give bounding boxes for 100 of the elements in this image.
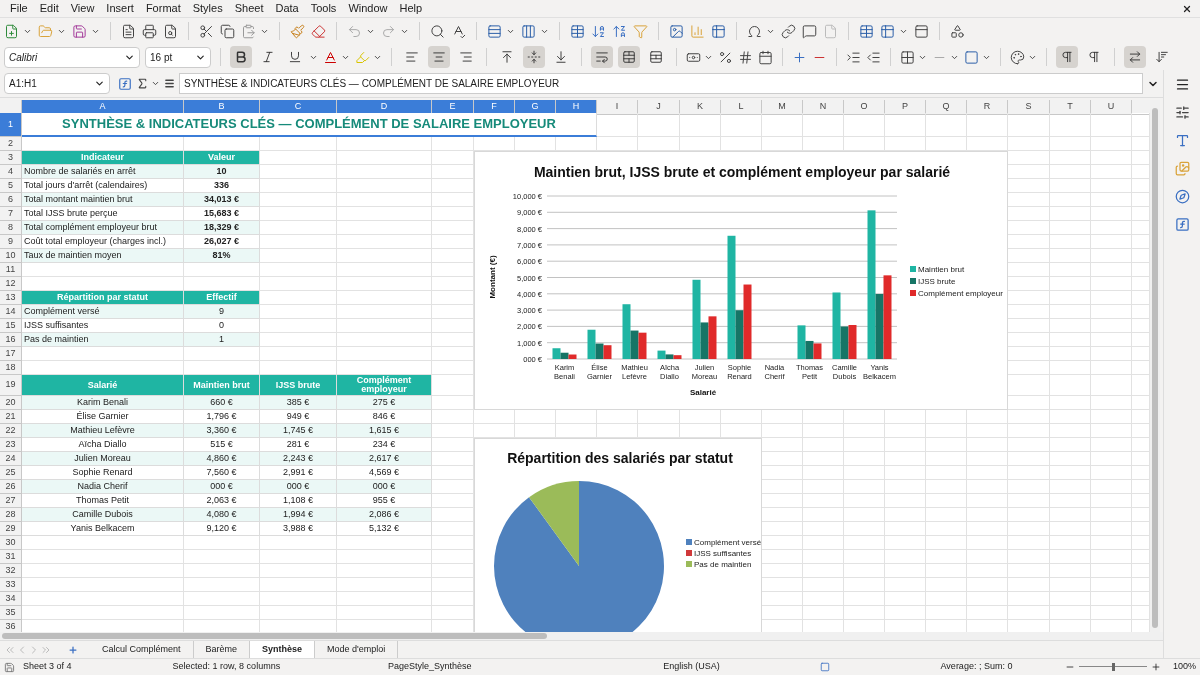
row-header[interactable]: 34 <box>0 592 22 606</box>
table-cell: 9,120 € <box>184 522 260 536</box>
row-header[interactable]: 6 <box>0 193 22 207</box>
table-header-cell: Valeur <box>184 151 260 165</box>
sheet-tab[interactable]: Calcul Complément <box>90 640 194 659</box>
menu-item[interactable]: View <box>64 0 101 17</box>
row-header[interactable]: 27 <box>0 494 22 508</box>
font-name-field[interactable]: Calibri <box>4 46 140 68</box>
row-header[interactable]: 29 <box>0 522 22 536</box>
row-header[interactable]: 36 <box>0 620 22 632</box>
table-cell: 275 € <box>337 396 432 410</box>
table-cell: 3,988 € <box>260 522 337 536</box>
row-header[interactable]: 15 <box>0 319 22 333</box>
table-cell: 336 <box>184 179 260 193</box>
column-header[interactable]: R <box>967 100 1008 115</box>
font-size-field[interactable]: 16 pt <box>145 46 211 68</box>
row-header[interactable]: 3 <box>0 151 22 165</box>
formula-input[interactable]: SYNTHÈSE & INDICATEURS CLÉS — COMPLÉMENT DE SALAIRE EMPLOYEUR <box>179 73 1143 94</box>
row-header[interactable]: 23 <box>0 438 22 452</box>
column-header[interactable]: I <box>597 100 638 115</box>
row-header[interactable]: 22 <box>0 424 22 438</box>
row-header[interactable]: 1 <box>0 113 22 137</box>
row-header[interactable]: 19 <box>0 375 22 396</box>
column-header[interactable]: K <box>680 100 721 115</box>
column-header[interactable]: Q <box>926 100 967 115</box>
table-header-cell: Indicateur <box>22 151 184 165</box>
row-header[interactable]: 30 <box>0 536 22 550</box>
row-header[interactable]: 10 <box>0 249 22 263</box>
row-header[interactable]: 7 <box>0 207 22 221</box>
column-header[interactable]: E <box>432 100 474 115</box>
menu-item[interactable]: Format <box>139 0 187 17</box>
table-cell: 2,617 € <box>337 452 432 466</box>
language: English (USA) <box>663 660 721 674</box>
column-header[interactable]: N <box>803 100 844 115</box>
menu-item[interactable]: Styles <box>186 0 229 17</box>
menu-item[interactable]: Edit <box>33 0 65 17</box>
column-header[interactable]: G <box>515 100 556 115</box>
column-header[interactable]: B <box>184 100 260 115</box>
row-header[interactable]: 24 <box>0 452 22 466</box>
row-header[interactable]: 32 <box>0 564 22 578</box>
sheet-tab[interactable]: Mode d'emploi <box>315 640 399 659</box>
table-cell: 10 <box>184 165 260 179</box>
table-cell: Total jours d'arrêt (calendaires) <box>22 179 184 193</box>
row-header[interactable]: 2 <box>0 137 22 151</box>
menu-item[interactable]: Insert <box>100 0 140 17</box>
column-header[interactable]: C <box>260 100 337 115</box>
row-header[interactable]: 21 <box>0 410 22 424</box>
menu-item[interactable]: Sheet <box>228 0 270 17</box>
row-header[interactable]: 12 <box>0 277 22 291</box>
row-header[interactable]: 16 <box>0 333 22 347</box>
column-header[interactable]: A <box>22 100 184 115</box>
table-header-cell: Maintien brut <box>184 375 260 396</box>
row-header[interactable]: 8 <box>0 221 22 235</box>
row-header[interactable]: 33 <box>0 578 22 592</box>
chart-title: Maintien brut, IJSS brute et complément employeur par salarié <box>533 164 951 180</box>
row-header[interactable]: 11 <box>0 263 22 277</box>
table-cell: 2,063 € <box>184 494 260 508</box>
menu-item[interactable]: Help <box>393 0 429 17</box>
column-header[interactable]: F <box>474 100 515 115</box>
column-header[interactable]: T <box>1050 100 1091 115</box>
row-header[interactable]: 9 <box>0 235 22 249</box>
column-header[interactable]: U <box>1091 100 1132 115</box>
column-header[interactable]: H <box>556 100 597 115</box>
row-header[interactable]: 17 <box>0 347 22 361</box>
row-header[interactable]: 28 <box>0 508 22 522</box>
row-header[interactable]: 26 <box>0 480 22 494</box>
row-header[interactable]: 25 <box>0 466 22 480</box>
legend-label: Complément employeur <box>918 289 1003 298</box>
table-header-cell: Complément employeur <box>337 375 432 396</box>
axis-title: Montant (€) <box>488 255 497 299</box>
menu-item[interactable]: Window <box>342 0 394 17</box>
column-header[interactable]: P <box>885 100 926 115</box>
row-header[interactable]: 5 <box>0 179 22 193</box>
legend-label: IJSS brute <box>918 277 956 286</box>
row-header[interactable]: 4 <box>0 165 22 179</box>
menu-item[interactable]: Tools <box>304 0 343 17</box>
name-box[interactable]: A1:H1 <box>4 73 110 94</box>
row-header[interactable]: 35 <box>0 606 22 620</box>
row-header[interactable]: 20 <box>0 396 22 410</box>
column-header[interactable]: D <box>337 100 432 115</box>
column-header[interactable]: J <box>638 100 680 115</box>
column-header[interactable]: L <box>721 100 762 115</box>
table-cell: 281 € <box>260 438 337 452</box>
table-header-cell: Répartition par statut <box>22 291 184 305</box>
column-header[interactable]: O <box>844 100 885 115</box>
row-header[interactable]: 14 <box>0 305 22 319</box>
column-header[interactable]: S <box>1008 100 1050 115</box>
menu-item[interactable]: Data <box>269 0 305 17</box>
sheet-tab[interactable]: Synthèse <box>250 640 316 659</box>
legend-label: Maintien brut <box>918 265 965 274</box>
table-cell: 2,243 € <box>260 452 337 466</box>
row-header[interactable]: 31 <box>0 550 22 564</box>
table-cell: 234 € <box>337 438 432 452</box>
menu-item[interactable]: File <box>4 0 34 17</box>
table-cell: 34,013 € <box>184 193 260 207</box>
row-header[interactable]: 18 <box>0 361 22 375</box>
table-cell: Pas de maintien <box>22 333 184 347</box>
row-header[interactable]: 13 <box>0 291 22 305</box>
table-cell: 7,560 € <box>184 466 260 480</box>
column-header[interactable]: M <box>762 100 803 115</box>
